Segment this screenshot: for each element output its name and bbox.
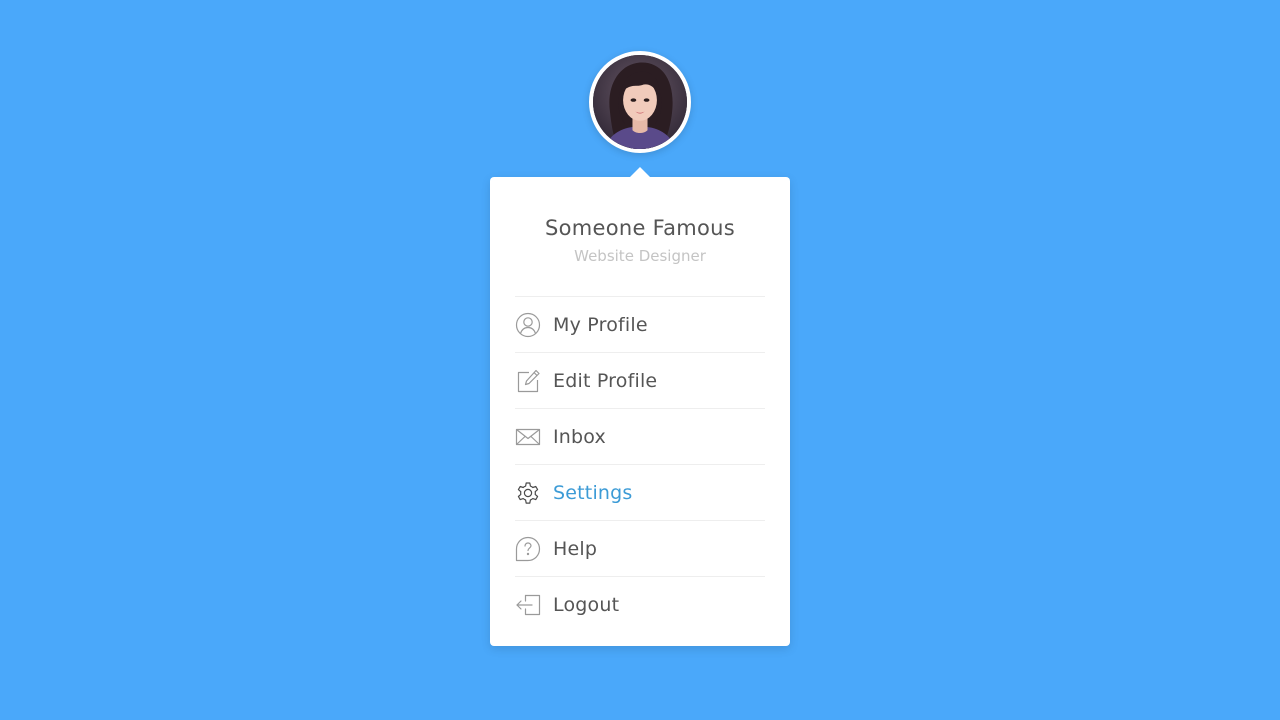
menu-item-settings[interactable]: Settings (515, 464, 765, 520)
menu-item-inbox[interactable]: Inbox (515, 408, 765, 464)
menu-item-logout[interactable]: Logout (515, 576, 765, 632)
avatar[interactable] (589, 51, 691, 153)
menu-item-label: Settings (553, 481, 633, 504)
avatar-photo (593, 55, 687, 149)
menu-item-help[interactable]: Help (515, 520, 765, 576)
menu-item-edit-profile[interactable]: Edit Profile (515, 352, 765, 408)
user-role: Website Designer (574, 247, 706, 265)
logout-icon (515, 592, 541, 618)
menu-item-label: Inbox (553, 425, 606, 448)
envelope-icon (515, 424, 541, 450)
menu-item-label: Edit Profile (553, 369, 658, 392)
user-circle-icon (515, 312, 541, 338)
help-icon (515, 536, 541, 562)
edit-icon (515, 368, 541, 394)
menu-item-my-profile[interactable]: My Profile (515, 296, 765, 352)
menu-item-label: My Profile (553, 313, 648, 336)
menu-item-label: Help (553, 537, 598, 560)
dropdown-caret (630, 167, 650, 177)
menu-item-label: Logout (553, 593, 620, 616)
gear-icon (515, 480, 541, 506)
profile-dropdown: Someone Famous Website Designer My Profi… (490, 167, 790, 646)
user-name: Someone Famous (544, 216, 736, 240)
profile-menu: My Profile Edit Profile Inbox Settings H… (515, 296, 765, 632)
